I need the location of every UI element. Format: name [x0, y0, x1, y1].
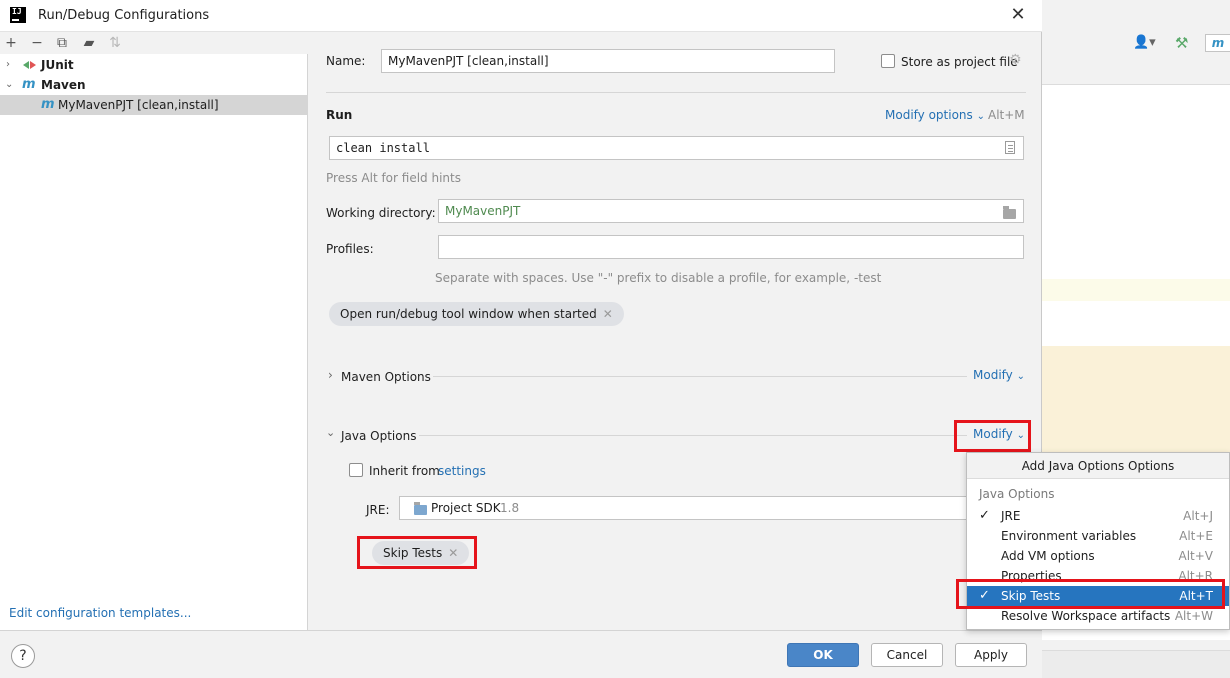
add-icon[interactable]: + [1, 33, 21, 53]
maven-icon[interactable]: m [1205, 34, 1230, 52]
sort-icon[interactable]: ⇅ [105, 33, 125, 53]
popup-group-label: Java Options [979, 487, 1055, 501]
menu-item-label: Add VM options [1001, 549, 1095, 563]
name-label: Name: [326, 54, 366, 68]
menu-item-environment-variables[interactable]: Environment variables Alt+E [967, 526, 1229, 546]
expand-text-icon[interactable] [1005, 141, 1015, 154]
inherit-label: Inherit from [369, 464, 440, 478]
editor-line-highlight [1041, 279, 1230, 301]
jre-select[interactable]: Project SDK 1.8 [399, 496, 974, 520]
tree-item-maven[interactable]: ⌄ m Maven [0, 75, 308, 95]
tree-item-junit[interactable]: › JUnit [0, 55, 308, 75]
run-debug-dialog: IJ Run/Debug Configurations ✕ + − ⧉ ▰ ⇅ … [0, 0, 1042, 678]
profiles-hint: Separate with spaces. Use "-" prefix to … [435, 271, 882, 285]
tree-item-mymavenpjt[interactable]: m MyMavenPJT [clean,install] [0, 95, 308, 115]
menu-item-shortcut: Alt+V [1178, 549, 1213, 563]
jre-value: Project SDK [431, 501, 501, 515]
store-project-label: Store as project file [901, 55, 1018, 69]
configurations-toolbar: + − ⧉ ▰ ⇅ [0, 32, 308, 54]
copy-icon[interactable]: ⧉ [52, 33, 72, 53]
user-icon[interactable]: 👤▾ [1133, 35, 1156, 50]
menu-item-shortcut: Alt+E [1179, 529, 1213, 543]
menu-item-label: Environment variables [1001, 529, 1137, 543]
cancel-button[interactable]: Cancel [871, 643, 943, 667]
ide-status-bar [1041, 650, 1230, 678]
menu-item-label: Resolve Workspace artifacts [1001, 609, 1171, 623]
jre-label: JRE: [366, 503, 390, 517]
modify-options-link[interactable]: Modify options ⌄ [885, 108, 985, 122]
name-input[interactable]: MyMavenPJT [clean,install] [381, 49, 835, 73]
chevron-right-icon[interactable]: › [6, 55, 10, 75]
profiles-input[interactable] [438, 235, 1024, 259]
workdir-label: Working directory: [326, 206, 436, 220]
profiles-label: Profiles: [326, 242, 374, 256]
jre-version: 1.8 [500, 501, 520, 515]
apply-button[interactable]: Apply [955, 643, 1027, 667]
maven-modify-link[interactable]: Modify ⌄ [973, 368, 1025, 382]
check-icon: ✓ [979, 508, 990, 523]
modify-options-label: Modify options [885, 108, 973, 122]
folder-add-icon[interactable]: ▰ [79, 33, 99, 53]
close-icon[interactable]: ✕ [603, 307, 613, 321]
chevron-down-icon: ⌄ [976, 111, 985, 122]
divider [419, 435, 967, 436]
edit-templates-link[interactable]: Edit configuration templates... [9, 606, 191, 620]
intellij-logo-icon: IJ [10, 7, 26, 23]
inherit-checkbox[interactable] [349, 463, 363, 477]
tree-item-label: JUnit [41, 58, 74, 72]
divider [433, 376, 967, 377]
menu-item-add-vm-options[interactable]: Add VM options Alt+V [967, 546, 1229, 566]
settings-link[interactable]: settings [438, 464, 486, 478]
open-tool-window-chip[interactable]: Open run/debug tool window when started ✕ [329, 302, 624, 326]
highlight-box [357, 536, 477, 569]
chip-label: Open run/debug tool window when started [340, 307, 597, 321]
chevron-right-icon[interactable]: › [328, 368, 333, 382]
command-input[interactable]: clean install [329, 136, 1024, 160]
highlight-box [956, 579, 1225, 609]
folder-icon[interactable] [1003, 206, 1016, 219]
dialog-footer: ? OK Cancel Apply [0, 630, 1042, 678]
maven-icon: m [41, 97, 55, 112]
field-hint: Press Alt for field hints [326, 171, 461, 185]
menu-item-label: JRE [1001, 509, 1021, 523]
editor-block-highlight [1041, 346, 1230, 456]
chevron-down-icon[interactable]: ⌄ [326, 426, 335, 439]
build-hammer-icon[interactable]: ⚒ [1175, 34, 1188, 52]
popup-header: Add Java Options Options [967, 453, 1229, 479]
remove-icon[interactable]: − [27, 33, 47, 53]
highlight-box [954, 420, 1031, 452]
configuration-form: Name: MyMavenPJT [clean,install] Store a… [309, 32, 1042, 630]
chevron-down-icon[interactable]: ⌄ [5, 75, 13, 95]
menu-item-shortcut: Alt+W [1174, 609, 1213, 623]
menu-item-resolve-workspace-artifacts[interactable]: Resolve Workspace artifacts Alt+W [967, 606, 1229, 626]
maven-icon: m [22, 77, 36, 92]
divider [326, 92, 1026, 93]
configurations-panel: + − ⧉ ▰ ⇅ › JUnit ⌄ m Maven m MyMavenPJT… [0, 32, 308, 630]
chevron-down-icon: ⌄ [1016, 371, 1025, 382]
help-button[interactable]: ? [11, 644, 35, 668]
ok-button[interactable]: OK [787, 643, 859, 667]
maven-options-heading[interactable]: Maven Options [341, 370, 431, 384]
close-button[interactable]: ✕ [1006, 4, 1030, 28]
store-project-checkbox[interactable] [881, 54, 895, 68]
sdk-folder-icon [414, 502, 427, 515]
menu-item-jre[interactable]: ✓ JRE Alt+J [967, 506, 1229, 526]
modify-label: Modify [973, 368, 1013, 382]
gear-icon[interactable]: ⚙ [1009, 52, 1022, 68]
tree-item-label: MyMavenPJT [clean,install] [58, 98, 219, 112]
ide-toolbar: 👤▾ ⚒ m [1041, 30, 1230, 58]
junit-icon [23, 59, 37, 71]
run-heading: Run [326, 108, 353, 122]
title-bar: IJ Run/Debug Configurations ✕ [0, 0, 1042, 32]
java-options-heading[interactable]: Java Options [341, 429, 416, 443]
menu-item-shortcut: Alt+J [1183, 509, 1213, 523]
tree-item-label: Maven [41, 78, 86, 92]
workdir-input[interactable]: MyMavenPJT [438, 199, 1024, 223]
modify-options-shortcut: Alt+M [988, 108, 1025, 122]
dialog-title: Run/Debug Configurations [38, 8, 210, 23]
